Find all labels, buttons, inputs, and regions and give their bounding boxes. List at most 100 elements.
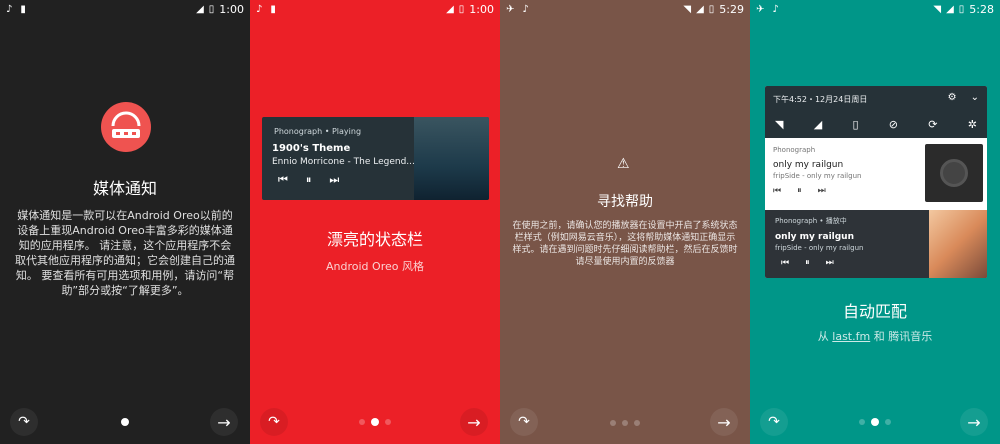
next-button[interactable]: →	[960, 408, 988, 436]
flashlight-icon[interactable]: ✲	[968, 118, 977, 131]
album-art	[929, 210, 987, 278]
quick-settings: 下午4:52・12月24日周日 ⚙ ⌄ ◥ ◢ ▯ ⊘ ⟳ ✲	[765, 86, 987, 138]
battery-icon: ▯	[458, 3, 465, 15]
slide-description: 在使用之前，请确认您的播放器在设置中开启了系统状态栏样式（例如网易云音乐），这将…	[512, 221, 738, 267]
page-dot	[871, 418, 879, 426]
status-bar: ✈ ♪ ◥ ◢ ▯ 5:28	[750, 0, 1000, 18]
previous-icon[interactable]: ⏮	[773, 186, 781, 196]
notification-app: Phonograph	[773, 146, 816, 154]
onboarding-strip: ♪ ▮ ◢ ▯ 1:00 媒体通知 媒体通知是一款可以在Android Oreo…	[0, 0, 1000, 444]
slide-description: 媒体通知是一款可以在Android Oreo以前的设备上重现Android Or…	[15, 209, 235, 297]
media-controls: ⏮ ⏸ ⏭	[278, 173, 339, 187]
media-notification: Phonograph • Playing 1900's Theme Ennio …	[262, 117, 489, 200]
slide-title: 寻找帮助	[597, 194, 653, 210]
sd-card-icon: ▮	[270, 3, 276, 15]
music-note-icon: ♪	[772, 3, 779, 15]
album-art	[925, 144, 983, 202]
app-icon: ✈	[506, 3, 515, 15]
app-logo	[101, 102, 151, 152]
chevron-down-icon[interactable]: ⌄	[971, 92, 979, 103]
slide-title: 漂亮的状态栏	[326, 230, 423, 249]
arrow-right-icon: →	[467, 412, 481, 432]
intro-slide: ♪ ▮ ◢ ▯ 1:00 媒体通知 媒体通知是一款可以在Android Oreo…	[0, 0, 250, 444]
sd-card-icon: ▮	[20, 3, 26, 15]
music-note-icon: ♪	[256, 3, 263, 15]
song-title: 1900's Theme	[272, 143, 351, 154]
quick-tiles: ◥ ◢ ▯ ⊘ ⟳ ✲	[775, 118, 977, 131]
slide-title: 自动匹配	[842, 302, 907, 321]
dark-media-notification: Phonograph • 播放中 only my railgun fripSid…	[765, 210, 987, 278]
app-icon: ✈	[756, 3, 765, 15]
pause-icon[interactable]: ⏸	[805, 258, 810, 268]
help-slide: ✈ ♪ ◥ ◢ ▯ 5:29 ⚠ 寻找帮助 在使用之前，请确认您的播放器在设置中…	[500, 0, 750, 444]
signal-icon: ◢	[946, 3, 954, 15]
song-artist: fripSide - only my railgun	[773, 172, 862, 180]
page-dot	[859, 419, 865, 425]
previous-icon[interactable]: ⏮	[278, 173, 288, 187]
battery-icon: ▯	[208, 3, 215, 15]
subtitle-suffix: 和 腾讯音乐	[870, 330, 933, 343]
music-note-icon: ♪	[522, 3, 529, 15]
song-title: only my railgun	[775, 232, 854, 242]
warning-icon: ⚠	[617, 156, 630, 172]
signal-icon: ◢	[196, 3, 204, 15]
album-art	[414, 117, 489, 200]
arrow-right-icon: →	[967, 412, 981, 432]
page-dot	[885, 419, 891, 425]
page-dot	[622, 420, 628, 426]
light-media-notification: Phonograph only my railgun fripSide - on…	[765, 138, 987, 208]
song-artist: fripSide - only my railgun	[775, 244, 864, 252]
previous-icon[interactable]: ⏮	[781, 258, 789, 268]
vinyl-icon	[940, 159, 968, 187]
wifi-off-icon[interactable]: ◥	[775, 118, 783, 131]
signal-icon[interactable]: ◢	[814, 118, 822, 131]
notification-app: Phonograph • 播放中	[775, 217, 847, 225]
status-time: 1:00	[469, 2, 494, 16]
next-track-icon[interactable]: ⏭	[818, 186, 826, 196]
signal-icon: ◢	[446, 3, 454, 15]
battery-icon[interactable]: ▯	[852, 118, 858, 131]
lastfm-link[interactable]: last.fm	[832, 330, 870, 343]
arrow-right-icon: →	[217, 412, 231, 432]
status-time: 1:00	[219, 2, 244, 16]
signal-icon: ◢	[696, 3, 704, 15]
next-button[interactable]: →	[460, 408, 488, 436]
slide-subtitle: Android Oreo 风格	[326, 260, 424, 273]
gear-icon[interactable]: ⚙	[948, 92, 957, 103]
next-button[interactable]: →	[210, 408, 238, 436]
notification-app-line: Phonograph • Playing	[274, 127, 362, 136]
do-not-disturb-icon[interactable]: ⊘	[889, 118, 898, 131]
pause-icon[interactable]: ⏸	[306, 173, 312, 187]
wifi-icon: ◥	[933, 3, 942, 15]
next-track-icon[interactable]: ⏭	[826, 258, 834, 268]
page-dot	[359, 419, 365, 425]
statusbar-slide: ♪ ▮ ◢ ▯ 1:00 Phonograph • Playing 1900's…	[250, 0, 500, 444]
page-dot	[371, 418, 379, 426]
slide-title: 媒体通知	[92, 179, 157, 198]
battery-icon: ▯	[958, 3, 965, 15]
page-dot	[634, 420, 640, 426]
next-track-icon[interactable]: ⏭	[329, 173, 339, 187]
media-controls: ⏮ ⏸ ⏭	[773, 186, 826, 196]
status-bar: ✈ ♪ ◥ ◢ ▯ 5:29	[500, 0, 750, 18]
status-time: 5:28	[969, 2, 994, 16]
slide-subtitle: 从 last.fm 和 腾讯音乐	[750, 328, 1000, 344]
status-time: 5:29	[719, 2, 744, 16]
media-controls: ⏮ ⏸ ⏭	[781, 258, 834, 268]
pause-icon[interactable]: ⏸	[797, 186, 802, 196]
music-note-icon: ♪	[6, 3, 13, 15]
arrow-right-icon: →	[717, 412, 731, 432]
subtitle-prefix: 从	[817, 330, 833, 343]
page-dot	[610, 420, 616, 426]
song-title: only my railgun	[773, 160, 844, 170]
notification-shade: 下午4:52・12月24日周日 ⚙ ⌄ ◥ ◢ ▯ ⊘ ⟳ ✲ Phonogra…	[765, 86, 987, 278]
song-artist: Ennio Morricone - The Legend...	[272, 157, 415, 167]
page-dot	[121, 418, 129, 426]
battery-icon: ▯	[708, 3, 715, 15]
auto-match-slide: ✈ ♪ ◥ ◢ ▯ 5:28 下午4:52・12月24日周日 ⚙ ⌄ ◥ ◢ ▯…	[750, 0, 1000, 444]
status-bar: ♪ ▮ ◢ ▯ 1:00	[0, 0, 250, 18]
status-bar: ♪ ▮ ◢ ▯ 1:00	[250, 0, 500, 18]
next-button[interactable]: →	[710, 408, 738, 436]
rotate-icon[interactable]: ⟳	[928, 118, 937, 131]
shade-date: 下午4:52・12月24日周日	[773, 95, 868, 104]
